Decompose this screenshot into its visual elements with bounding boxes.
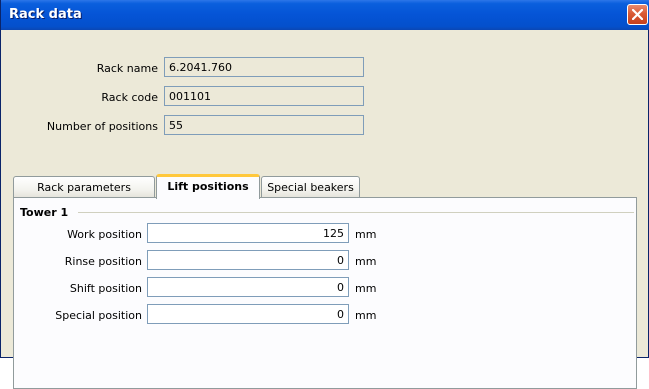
special-position-label: Special position xyxy=(55,309,142,322)
group-divider xyxy=(78,212,634,213)
shift-position-unit: mm xyxy=(355,282,377,295)
dialog-content: Rack name 6.2041.760 Rack code 001101 Nu… xyxy=(2,30,647,389)
rack-data-window: Rack data Rack name 6.2041.760 Rack code… xyxy=(0,0,649,389)
rinse-position-unit: mm xyxy=(355,255,377,268)
rinse-position-label: Rinse position xyxy=(64,255,142,268)
rack-name-field: 6.2041.760 xyxy=(164,57,364,77)
number-of-positions-label: Number of positions xyxy=(46,120,158,133)
work-position-input[interactable]: 125 xyxy=(147,223,349,243)
shift-position-input[interactable]: 0 xyxy=(147,277,349,297)
lift-positions-panel: Tower 1 Work position 125 mm Rinse posit… xyxy=(13,197,637,389)
tab-special-beakers[interactable]: Special beakers xyxy=(261,176,360,198)
tab-rack-parameters[interactable]: Rack parameters xyxy=(13,176,155,198)
rinse-position-input[interactable]: 0 xyxy=(147,250,349,270)
rack-name-label: Rack name xyxy=(96,62,158,75)
tab-lift-positions[interactable]: Lift positions xyxy=(156,174,260,199)
rack-code-field: 001101 xyxy=(164,86,364,106)
close-icon xyxy=(632,9,643,20)
special-position-unit: mm xyxy=(355,309,377,322)
group-title: Tower 1 xyxy=(20,206,69,219)
close-button[interactable] xyxy=(627,4,648,25)
shift-position-label: Shift position xyxy=(69,282,142,295)
work-position-unit: mm xyxy=(355,228,377,241)
window-title: Rack data xyxy=(9,7,82,22)
number-of-positions-field: 55 xyxy=(164,115,364,135)
work-position-label: Work position xyxy=(67,228,142,241)
rack-code-label: Rack code xyxy=(101,91,158,104)
title-bar[interactable]: Rack data xyxy=(1,0,649,30)
special-position-input[interactable]: 0 xyxy=(147,304,349,324)
